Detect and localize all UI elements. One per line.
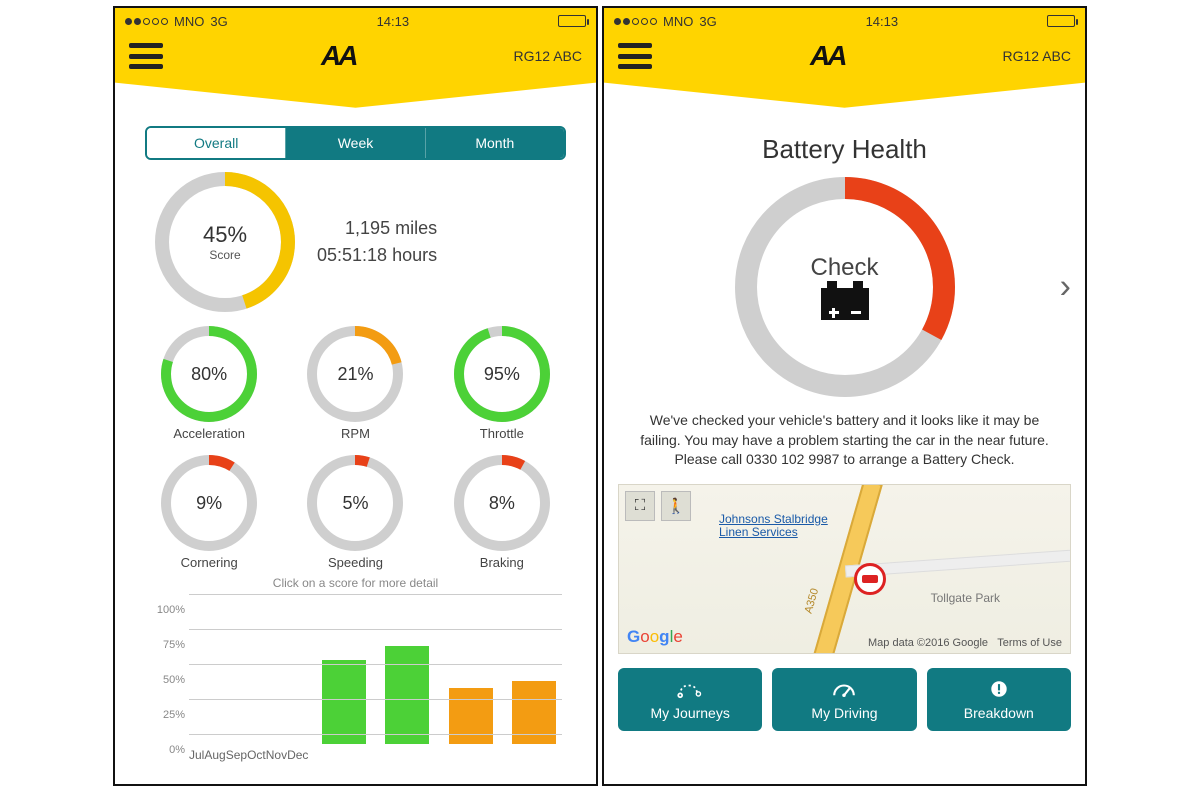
map-fullscreen-icon[interactable]: ⛶	[625, 491, 655, 521]
phone-screen-battery: MNO 3G 14:13 AA RG12 ABC Battery Health …	[602, 6, 1087, 786]
metric-speeding[interactable]: 5% Speeding	[297, 455, 413, 570]
score-ring[interactable]: 45%Score	[155, 172, 295, 312]
xlabel-sep: Sep	[226, 748, 247, 762]
clock-label: 14:13	[377, 14, 410, 29]
network-label: 3G	[210, 14, 227, 29]
metric-label: Braking	[480, 555, 524, 570]
clock-label: 14:13	[866, 14, 899, 29]
tab-month[interactable]: Month	[425, 128, 564, 158]
map-area-label: Tollgate Park	[931, 591, 1000, 605]
aa-logo: AA	[810, 40, 844, 72]
gauge-icon	[830, 678, 858, 700]
chart-plot	[189, 594, 562, 744]
battery-icon	[558, 15, 586, 27]
network-label: 3G	[699, 14, 716, 29]
battery-message: We've checked your vehicle's battery and…	[628, 411, 1061, 470]
metric-acceleration[interactable]: 80% Acceleration	[151, 326, 267, 441]
signal-icon	[125, 18, 168, 25]
hours-label: 05:51:18 hours	[317, 242, 437, 269]
metric-cornering[interactable]: 9% Cornering	[151, 455, 267, 570]
aa-logo: AA	[321, 40, 355, 72]
tab-overall[interactable]: Overall	[147, 128, 285, 158]
chart-x-axis: JulAugSepOctNovDec	[189, 748, 562, 762]
metric-grid: 80% Acceleration 21% RPM 95% Throttle 9%…	[151, 326, 560, 570]
map-vehicle-pin-icon[interactable]	[854, 563, 886, 595]
xlabel-aug: Aug	[204, 748, 225, 762]
battery-icon	[1047, 15, 1075, 27]
metric-label: RPM	[341, 426, 370, 441]
bar-oct[interactable]	[385, 646, 429, 744]
period-tabs: Overall Week Month	[145, 126, 566, 160]
google-logo: Google	[627, 627, 683, 647]
xlabel-dec: Dec	[287, 748, 308, 762]
chart-bars	[189, 594, 562, 744]
chart-y-axis: 0%25%50%75%100%	[149, 594, 189, 744]
plate-label: RG12 ABC	[514, 48, 582, 64]
chart-hint: Click on a score for more detail	[115, 576, 596, 590]
bar-sep[interactable]	[322, 660, 366, 744]
metric-throttle[interactable]: 95% Throttle	[444, 326, 560, 441]
nav-label: Breakdown	[964, 705, 1034, 721]
bottom-nav: My Journeys My Driving Breakdown	[618, 668, 1071, 731]
status-bar: MNO 3G 14:13	[115, 8, 596, 34]
menu-icon[interactable]	[129, 43, 163, 69]
status-bar: MNO 3G 14:13	[604, 8, 1085, 34]
totals-block: 1,195 miles 05:51:18 hours	[317, 215, 437, 269]
metric-braking[interactable]: 8% Braking	[444, 455, 560, 570]
nav-label: My Driving	[811, 705, 877, 721]
xlabel-oct: Oct	[247, 748, 266, 762]
xlabel-nov: Nov	[266, 748, 287, 762]
nav-my-driving[interactable]: My Driving	[772, 668, 916, 731]
alert-icon	[985, 678, 1013, 700]
page-title: Battery Health	[604, 134, 1085, 165]
miles-label: 1,195 miles	[317, 215, 437, 242]
nav-breakdown[interactable]: Breakdown	[927, 668, 1071, 731]
phone-screen-driving: MNO 3G 14:13 AA RG12 ABC Overall Week Mo…	[113, 6, 598, 786]
map-road-label: A350	[803, 587, 822, 615]
tab-week[interactable]: Week	[285, 128, 424, 158]
score-history-chart[interactable]: 0%25%50%75%100%	[149, 594, 562, 744]
chevron-right-icon[interactable]: ›	[1060, 268, 1071, 307]
metric-label: Cornering	[181, 555, 238, 570]
battery-health-ring[interactable]: Check	[735, 177, 955, 397]
map-streetview-icon[interactable]: 🚶	[661, 491, 691, 521]
carrier-label: MNO	[174, 14, 204, 29]
nav-my-journeys[interactable]: My Journeys	[618, 668, 762, 731]
xlabel-jul: Jul	[189, 748, 204, 762]
signal-icon	[614, 18, 657, 25]
journeys-icon	[676, 678, 704, 700]
bar-nov[interactable]	[449, 688, 493, 744]
metric-label: Acceleration	[173, 426, 245, 441]
metric-label: Throttle	[480, 426, 524, 441]
map-credit: Map data ©2016 Google Terms of Use	[868, 637, 1062, 649]
metric-label: Speeding	[328, 555, 383, 570]
app-header: AA RG12 ABC	[604, 34, 1085, 80]
vehicle-location-map[interactable]: A350 Johnsons StalbridgeLinen Services T…	[618, 484, 1071, 654]
metric-rpm[interactable]: 21% RPM	[297, 326, 413, 441]
nav-label: My Journeys	[650, 705, 729, 721]
map-place-label: Johnsons StalbridgeLinen Services	[719, 513, 828, 539]
app-header: AA RG12 ABC	[115, 34, 596, 80]
plate-label: RG12 ABC	[1003, 48, 1071, 64]
menu-icon[interactable]	[618, 43, 652, 69]
carrier-label: MNO	[663, 14, 693, 29]
